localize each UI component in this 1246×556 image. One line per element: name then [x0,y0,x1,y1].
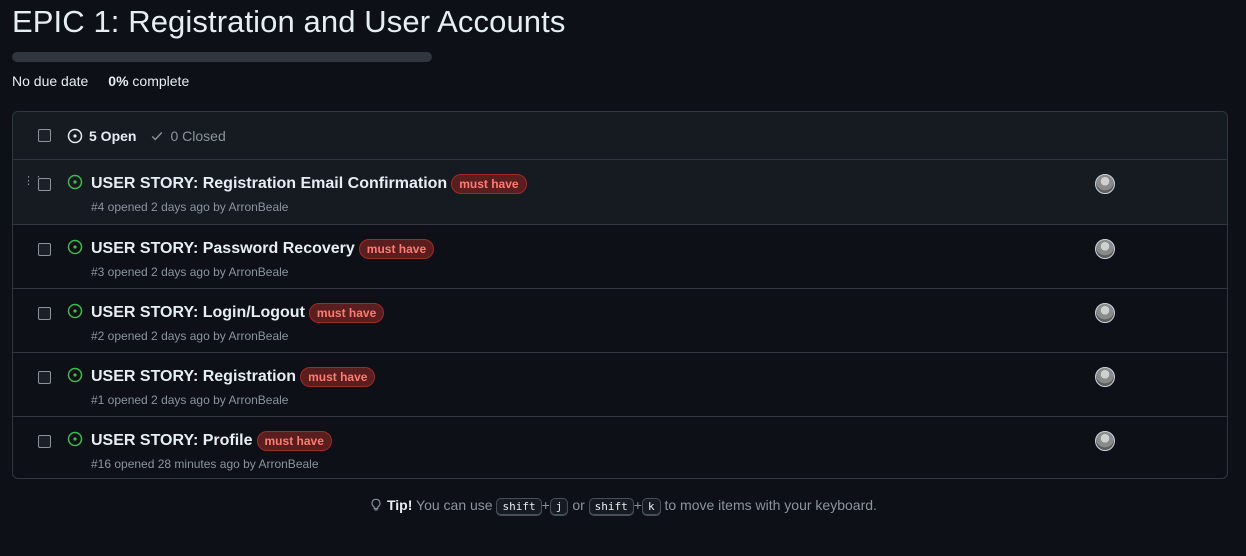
tip-text-1: You can use [416,497,493,513]
assignee-avatar[interactable] [1095,174,1115,194]
issue-meta: #16 opened 28 minutes ago by ArronBeale [91,457,319,471]
issue-checkbox[interactable] [38,178,51,191]
tip-bold: Tip! [386,497,413,513]
assignee-avatar[interactable] [1095,239,1115,259]
completion: 0% complete [108,73,189,89]
select-all-checkbox[interactable] [38,129,51,142]
issue-label-badge[interactable]: must have [308,303,385,323]
issue-label-badge[interactable]: must have [256,431,332,451]
issue-checkbox[interactable] [38,371,51,384]
issue-label-badge[interactable]: must have [300,367,376,387]
issue-open-icon [67,174,83,190]
issue-row[interactable]: USER STORY: Login/Logout must have #2 open… [13,289,1227,353]
issue-title-link[interactable]: USER STORY: Registration [91,368,296,386]
issue-title-link[interactable]: USER STORY: Password Recovery [91,240,355,258]
kbd-shift-2: shift [588,498,634,516]
issue-title-link[interactable]: USER STORY: Registration Email Confirmat… [91,175,447,193]
completion-percent: 0% [108,73,129,89]
issue-meta: #2 opened 2 days ago by ArronBeale [91,329,289,343]
open-filter-tab[interactable]: 5 Open [67,128,136,144]
issue-title-group: USER STORY: Password Recovery must have [91,239,435,259]
kbd-plus-1: + [541,497,550,513]
due-date: No due date [12,73,89,89]
issue-title-group: USER STORY: Registration must have [91,367,376,387]
issue-label-badge[interactable]: must have [358,239,435,259]
issue-row[interactable]: USER STORY: Registration must have #1 open… [13,353,1227,417]
assignee-avatar[interactable] [1095,303,1115,323]
check-icon [152,131,163,141]
issue-checkbox[interactable] [38,307,51,320]
tip-text-2: to move items with your keyboard. [664,497,877,513]
issue-open-icon [67,367,83,383]
issue-title-group: USER STORY: Login/Logout must have [91,303,385,323]
issue-meta: #3 opened 2 days ago by ArronBeale [91,265,289,279]
open-count: 5 Open [89,127,137,144]
issue-label-badge[interactable]: must have [451,174,527,194]
issues-list: 5 Open 0 Closed ⋮⋮ USER STORY: Registrati… [12,111,1228,479]
issue-checkbox[interactable] [38,243,51,256]
kbd-j: j [549,498,569,516]
completion-suffix: complete [128,73,190,89]
issue-title-link[interactable]: USER STORY: Login/Logout [91,304,305,322]
issue-open-icon [67,431,83,447]
assignee-avatar[interactable] [1095,367,1115,387]
issue-meta: #4 opened 2 days ago by ArronBeale [91,200,289,214]
milestone-meta: No due date 0% complete [12,73,189,89]
milestone-title: EPIC 1: Registration and User Accounts [12,4,566,39]
keyboard-tip: Tip! You can use shift + j or shift + k to m… [0,497,1246,516]
closed-filter-tab[interactable]: 0 Closed [150,127,226,144]
issue-title-group: USER STORY: Profile must have [91,431,332,451]
kbd-plus-2: + [633,497,642,513]
issue-title-link[interactable]: USER STORY: Profile [91,432,253,450]
assignee-avatar[interactable] [1095,431,1115,451]
tip-or: or [572,497,585,513]
issue-row[interactable]: ⋮⋮ USER STORY: Registration Email Confirm… [13,160,1227,225]
kbd-k: k [641,498,661,516]
issue-checkbox[interactable] [38,435,51,448]
milestone-progress-bar [12,52,432,62]
issue-row[interactable]: USER STORY: Password Recovery must have #3… [13,225,1227,289]
issue-open-icon [67,239,83,255]
issues-list-header: 5 Open 0 Closed [13,112,1227,160]
issue-meta: #1 opened 2 days ago by ArronBeale [91,393,289,407]
closed-count: 0 Closed [170,127,226,144]
lightbulb-icon [371,498,381,511]
kbd-shift-1: shift [496,498,542,516]
issue-open-icon [67,128,83,143]
issue-title-group: USER STORY: Registration Email Confirmat… [91,174,527,194]
issue-open-icon [67,303,83,319]
issue-row[interactable]: USER STORY: Profile must have #16 opened 2… [13,417,1227,478]
